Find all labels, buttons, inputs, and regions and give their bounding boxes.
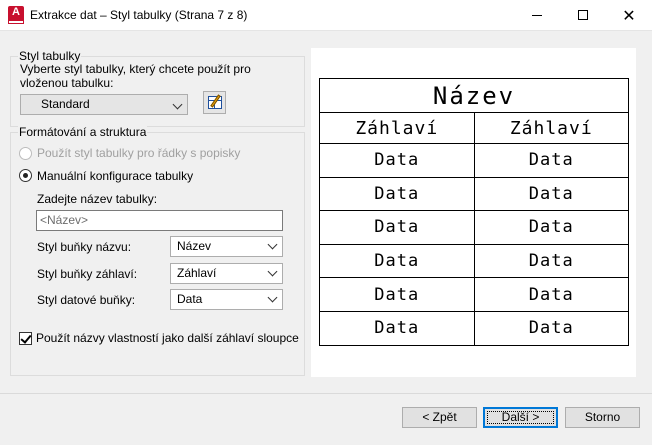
preview-data-cell: Data: [319, 310, 475, 346]
back-button[interactable]: < Zpět: [402, 407, 477, 428]
chevron-down-icon: [172, 99, 183, 110]
preview-data-cell: Data: [319, 243, 475, 279]
property-names-checkbox-label: Použít názvy vlastností jako další záhla…: [36, 331, 299, 345]
close-button[interactable]: ✕: [606, 0, 652, 31]
preview-header-cell: Záhlaví: [473, 112, 629, 144]
preview-table: Název Záhlaví Záhlaví Data Data Data Data …: [319, 78, 629, 346]
table-style-description: Vyberte styl tabulky, který chcete použí…: [20, 62, 251, 90]
preview-data-cell: Data: [319, 143, 475, 178]
window-title: Extrakce dat – Styl tabulky (Strana 7 z …: [30, 8, 248, 22]
preview-data-cell: Data: [473, 143, 629, 178]
table-style-dialog-button[interactable]: [203, 91, 226, 114]
manual-config-radio[interactable]: [19, 169, 32, 182]
close-icon: ✕: [622, 6, 636, 25]
table-name-label: Zadejte název tabulky:: [37, 192, 158, 206]
table-style-select[interactable]: Standard: [20, 94, 188, 115]
use-style-radio-label: Použít styl tabulky pro řádky s popisky: [37, 146, 241, 160]
table-style-select-value: Standard: [41, 97, 90, 111]
preview-title-cell: Název: [319, 78, 629, 113]
preview-data-cell: Data: [319, 176, 475, 212]
title-cell-style-label: Styl buňky názvu:: [37, 240, 132, 254]
manual-config-radio-label: Manuální konfigurace tabulky: [37, 169, 194, 183]
maximize-button[interactable]: [560, 0, 606, 31]
focus-rect: [487, 411, 554, 424]
preview-header-cell: Záhlaví: [319, 112, 475, 144]
table-preview: Název Záhlaví Záhlaví Data Data Data Data …: [311, 48, 636, 377]
minimize-button[interactable]: [514, 0, 560, 31]
header-cell-style-select[interactable]: Záhlaví: [170, 263, 283, 284]
footer-divider: [0, 393, 652, 394]
table-name-input[interactable]: <Název>: [36, 210, 283, 231]
preview-data-cell: Data: [319, 277, 475, 312]
preview-data-cell: Data: [473, 176, 629, 212]
maximize-icon: [578, 10, 588, 20]
table-style-group-label: Styl tabulky: [18, 49, 82, 63]
preview-data-cell: Data: [473, 243, 629, 279]
header-cell-style-label: Styl buňky záhlaví:: [37, 267, 138, 281]
formatting-group-label: Formátování a struktura: [18, 125, 148, 139]
next-button[interactable]: Další >: [483, 407, 558, 428]
preview-data-cell: Data: [473, 210, 629, 245]
header-cell-style-value: Záhlaví: [177, 266, 217, 280]
chevron-down-icon: [267, 239, 278, 250]
app-icon-letter: A: [12, 6, 20, 18]
minimize-icon: [532, 15, 542, 16]
data-cell-style-select[interactable]: Data: [170, 289, 283, 310]
use-style-radio[interactable]: [19, 147, 32, 160]
chevron-down-icon: [267, 292, 278, 303]
preview-data-cell: Data: [473, 277, 629, 312]
property-names-checkbox[interactable]: [19, 332, 32, 345]
title-cell-style-value: Název: [177, 239, 212, 253]
data-cell-style-label: Styl datové buňky:: [37, 293, 136, 307]
chevron-down-icon: [267, 266, 278, 277]
title-bar: A Extrakce dat – Styl tabulky (Strana 7 …: [0, 0, 652, 31]
data-cell-style-value: Data: [177, 292, 203, 306]
cancel-button[interactable]: Storno: [565, 407, 640, 428]
title-cell-style-select[interactable]: Název: [170, 236, 283, 257]
preview-data-cell: Data: [473, 310, 629, 346]
preview-data-cell: Data: [319, 210, 475, 245]
autocad-app-icon: A: [8, 6, 24, 24]
